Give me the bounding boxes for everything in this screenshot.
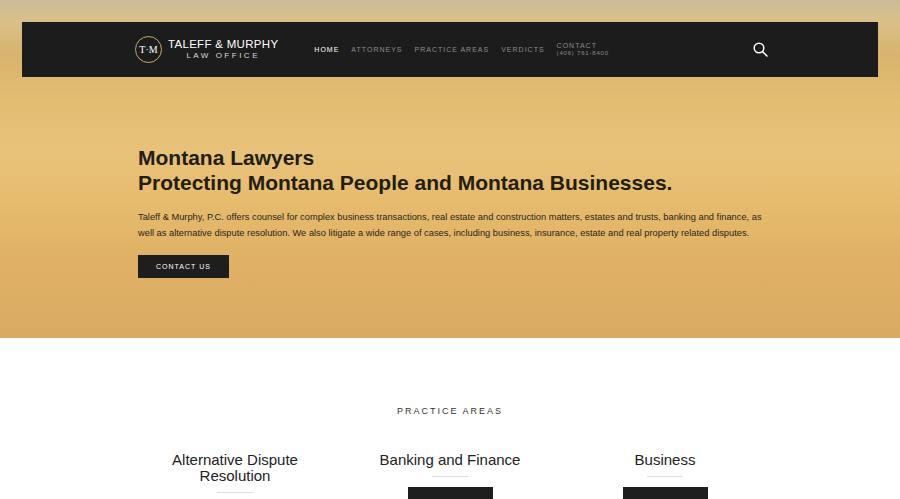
nav-link[interactable]: PRACTICE AREAS — [415, 46, 490, 54]
nav-link[interactable]: VERDICTS — [501, 46, 544, 54]
nav-link[interactable]: CONTACT(406) 761-8400 — [557, 42, 609, 56]
nav-link-phone: (406) 761-8400 — [557, 50, 609, 57]
practice-area-title[interactable]: Business — [615, 452, 716, 468]
practice-area-card: Business — [558, 452, 773, 499]
practice-area-divider — [217, 492, 253, 493]
hero-heading-line: Protecting Montana People and Montana Bu… — [138, 170, 900, 195]
search-icon[interactable] — [753, 42, 768, 57]
practice-area-card: Banking and Finance — [343, 452, 558, 499]
nav-link-label: VERDICTS — [501, 46, 544, 54]
hero-text: Taleff & Murphy, P.C. offers counsel for… — [138, 209, 763, 241]
nav-link[interactable]: HOME — [314, 46, 339, 54]
practice-area-title[interactable]: Alternative Dispute Resolution — [128, 452, 343, 484]
hero-heading: Montana LawyersProtecting Montana People… — [138, 145, 900, 195]
logo-subtitle: LAW OFFICE — [186, 52, 260, 60]
practice-areas: PRACTICE AREAS Alternative Dispute Resolu… — [0, 338, 900, 499]
logo-text: TALEFF & MURPHYLAW OFFICE — [168, 39, 278, 60]
hero-content: Montana LawyersProtecting Montana People… — [0, 77, 900, 278]
hero: T·M TALEFF & MURPHYLAW OFFICE HOME ATTORNEY… — [0, 0, 900, 338]
practice-areas-grid: Alternative Dispute Resolution Banking an… — [128, 452, 773, 499]
nav-bar: T·M TALEFF & MURPHYLAW OFFICE HOME ATTORNEY… — [22, 22, 878, 77]
practice-area-title[interactable]: Banking and Finance — [360, 452, 541, 468]
contact-button[interactable]: CONTACT US — [138, 255, 229, 278]
nav-link-label: HOME — [314, 46, 339, 54]
logo-name: TALEFF & MURPHY — [168, 39, 278, 51]
practice-area-card: Alternative Dispute Resolution — [128, 452, 343, 499]
nav-links: HOME ATTORNEYS PRACTICE AREAS VERDICTS CONTA… — [314, 42, 608, 56]
practice-areas-title: PRACTICE AREAS — [0, 406, 900, 416]
nav-link-label: ATTORNEYS — [351, 46, 402, 54]
logo[interactable]: T·M TALEFF & MURPHYLAW OFFICE — [135, 36, 278, 63]
nav-link[interactable]: ATTORNEYS — [351, 46, 402, 54]
logo-monogram: T·M — [135, 36, 162, 63]
nav-link-label: PRACTICE AREAS — [415, 46, 490, 54]
nav-link-label: CONTACT — [557, 42, 609, 50]
practice-area-divider — [432, 476, 468, 477]
practice-area-button[interactable] — [623, 487, 708, 499]
practice-area-button[interactable] — [408, 487, 493, 499]
practice-area-divider — [647, 476, 683, 477]
hero-heading-line: Montana Lawyers — [138, 145, 900, 170]
